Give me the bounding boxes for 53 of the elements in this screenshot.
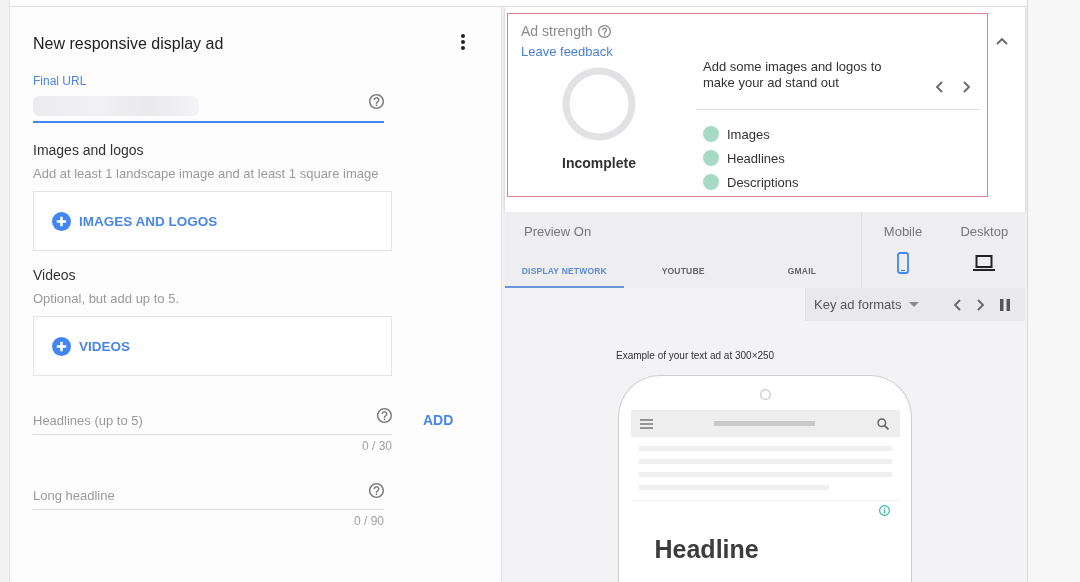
section-title: Ad strength: [521, 22, 593, 40]
preview-tab[interactable]: YOUTUBE: [623, 255, 743, 288]
strength-rating: Incomplete: [562, 154, 636, 172]
checklist-label: Headlines: [727, 150, 785, 166]
chevron-right-icon[interactable]: [977, 298, 985, 311]
section-title: Images and logos: [33, 141, 145, 159]
plus-circle-icon: [52, 336, 71, 356]
chevron-left-icon[interactable]: [953, 298, 961, 311]
floating-label: Final URL: [33, 74, 87, 88]
preview-caption: Example of your text ad at 300×250: [616, 349, 776, 363]
checklist-label: Images: [727, 126, 770, 142]
help-icon[interactable]: [377, 408, 392, 423]
char-counter: 0 / 90: [352, 514, 384, 528]
section-hint: Add at least 1 landscape image and at least 1 square image: [33, 166, 380, 182]
strength-tip: Add some images and logos to make your ad stand out: [703, 59, 883, 91]
preview-label: Preview On: [523, 223, 592, 241]
menu-icon: [639, 418, 653, 429]
status-dot-icon: [703, 150, 719, 166]
status-dot-icon: [703, 126, 719, 142]
more-menu-icon[interactable]: [461, 34, 465, 50]
search-icon: [876, 417, 889, 430]
checklist-label: Descriptions: [727, 174, 799, 190]
chevron-right-icon[interactable]: [963, 81, 971, 93]
ad-headline: Headline: [654, 534, 759, 564]
upload-button[interactable]: VIDEOS: [52, 336, 130, 356]
caret-down-icon: [909, 302, 920, 307]
chevron-left-icon[interactable]: [935, 81, 943, 93]
status-dot-icon: [703, 174, 719, 190]
plus-circle-icon: [52, 211, 71, 231]
feedback-link[interactable]: Leave feedback: [521, 44, 613, 60]
format-dropdown[interactable]: Key ad formats: [814, 297, 920, 312]
char-counter: 0 / 30: [360, 439, 392, 453]
preview-tab[interactable]: DISPLAY NETWORK: [505, 255, 624, 288]
section-hint: Optional, but add up to 5.: [33, 291, 180, 307]
chevron-up-icon[interactable]: [996, 37, 1008, 45]
panel-title: New responsive display ad: [33, 34, 224, 54]
laptop-icon: [973, 255, 996, 271]
device-toggle[interactable]: Mobile: [862, 223, 944, 274]
text-input-field[interactable]: Long headline: [33, 481, 363, 509]
text-input-field[interactable]: Headlines (up to 5): [33, 406, 371, 434]
add-button[interactable]: ADD: [423, 406, 454, 435]
help-icon[interactable]: [369, 483, 384, 498]
info-icon[interactable]: [878, 505, 890, 516]
camera-icon: [759, 389, 771, 400]
preview-tab[interactable]: GMAIL: [742, 255, 862, 288]
upload-button[interactable]: IMAGES AND LOGOS: [52, 211, 218, 231]
section-title: Videos: [33, 266, 77, 284]
phone-icon: [897, 252, 909, 274]
help-icon[interactable]: [597, 24, 611, 38]
device-toggle[interactable]: Desktop: [943, 223, 1025, 271]
url-input-field[interactable]: Final URL: [33, 74, 384, 123]
help-icon[interactable]: [369, 94, 384, 109]
pause-icon[interactable]: [1000, 298, 1010, 311]
